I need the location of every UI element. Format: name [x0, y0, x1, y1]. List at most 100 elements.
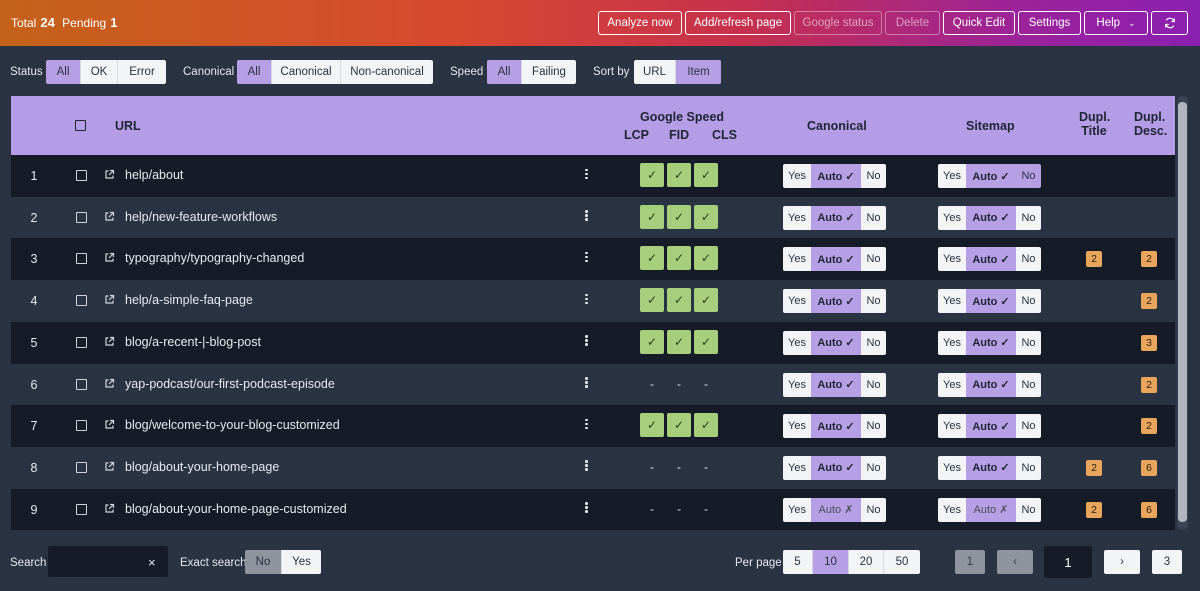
canonical-yes[interactable]: Yes	[783, 414, 811, 439]
dupl-title-badge[interactable]: 2	[1086, 459, 1102, 476]
row-menu-icon[interactable]	[585, 250, 589, 264]
external-link-icon[interactable]	[104, 211, 116, 223]
external-link-icon[interactable]	[104, 419, 116, 431]
per-page-10[interactable]: 10	[813, 550, 849, 574]
row-url[interactable]: blog/welcome-to-your-blog-customized	[125, 418, 340, 432]
row-menu-icon[interactable]	[585, 417, 589, 431]
sitemap-yes[interactable]: Yes	[938, 497, 966, 522]
dupl-desc-badge[interactable]: 2	[1141, 376, 1157, 393]
row-checkbox[interactable]	[76, 378, 87, 390]
canonical-no[interactable]: No	[861, 372, 886, 397]
sitemap-auto[interactable]: Auto ✓	[966, 164, 1016, 188]
sitemap-no[interactable]: No	[1016, 414, 1041, 439]
select-all-checkbox[interactable]	[75, 120, 86, 131]
scrollbar-thumb[interactable]	[1178, 102, 1187, 522]
table-row[interactable]: 9 blog/about-your-home-page-customized - - -…	[11, 488, 1175, 530]
canonical-yes[interactable]: Yes	[783, 330, 811, 355]
sitemap-no[interactable]: No	[1016, 205, 1041, 230]
sitemap-auto[interactable]: Auto ✓	[966, 247, 1016, 272]
canonical-no[interactable]: No	[861, 455, 886, 480]
dupl-desc-badge[interactable]: 2	[1141, 418, 1157, 435]
row-checkbox[interactable]	[76, 295, 87, 307]
clear-search-icon[interactable]: ×	[148, 555, 156, 570]
table-row[interactable]: 3 typography/typography-changed ✓ ✓ ✓ Yes Au…	[11, 238, 1175, 281]
row-checkbox[interactable]	[76, 461, 87, 473]
analyze-now-button[interactable]: Analyze now	[598, 11, 682, 35]
first-page-button[interactable]: 1	[955, 550, 985, 574]
canonical-no[interactable]: No	[861, 330, 886, 355]
dupl-title-badge[interactable]: 2	[1086, 501, 1102, 518]
sitemap-no[interactable]: No	[1016, 247, 1041, 272]
canonical-yes[interactable]: Yes	[783, 372, 811, 397]
canonical-auto[interactable]: Auto ✓	[811, 414, 861, 439]
row-checkbox[interactable]	[76, 336, 87, 348]
next-page-button[interactable]: ›	[1104, 550, 1140, 574]
sitemap-auto[interactable]: Auto ✓	[966, 455, 1016, 480]
row-url[interactable]: help/a-simple-faq-page	[125, 293, 253, 307]
canonical-canonical[interactable]: Canonical	[272, 60, 341, 84]
sitemap-no[interactable]: No	[1016, 497, 1041, 522]
canonical-auto[interactable]: Auto ✓	[811, 247, 861, 272]
sitemap-yes[interactable]: Yes	[938, 414, 966, 439]
canonical-no[interactable]: No	[861, 164, 886, 188]
table-row[interactable]: 1 help/about ✓ ✓ ✓ Yes Auto ✓ No Yes Auto ✓ …	[11, 155, 1175, 197]
speed-all[interactable]: All	[487, 60, 522, 84]
last-page-button[interactable]: 3	[1152, 550, 1182, 574]
row-menu-icon[interactable]	[585, 292, 589, 306]
canonical-auto[interactable]: Auto ✓	[811, 455, 861, 480]
table-row[interactable]: 8 blog/about-your-home-page - - - Yes Auto ✓…	[11, 446, 1175, 489]
row-checkbox[interactable]	[76, 253, 87, 265]
row-url[interactable]: blog/a-recent-|-blog-post	[125, 335, 261, 349]
sitemap-no[interactable]: No	[1016, 164, 1041, 188]
speed-failing[interactable]: Failing	[522, 60, 576, 84]
sitemap-yes[interactable]: Yes	[938, 455, 966, 480]
row-checkbox[interactable]	[76, 420, 87, 432]
row-url[interactable]: typography/typography-changed	[125, 251, 304, 265]
canonical-no[interactable]: No	[861, 205, 886, 230]
canonical-non-canonical[interactable]: Non-canonical	[341, 60, 433, 84]
sitemap-auto[interactable]: Auto ✓	[966, 414, 1016, 439]
row-menu-icon[interactable]	[585, 459, 589, 473]
external-link-icon[interactable]	[104, 169, 116, 181]
sitemap-no[interactable]: No	[1016, 372, 1041, 397]
canonical-all[interactable]: All	[237, 60, 272, 84]
canonical-auto[interactable]: Auto ✗	[811, 497, 861, 522]
external-link-icon[interactable]	[104, 378, 116, 390]
row-url[interactable]: blog/about-your-home-page	[125, 460, 279, 474]
row-url[interactable]: help/new-feature-workflows	[125, 210, 277, 224]
sitemap-yes[interactable]: Yes	[938, 372, 966, 397]
dupl-desc-badge[interactable]: 6	[1141, 501, 1157, 518]
canonical-auto[interactable]: Auto ✓	[811, 330, 861, 355]
row-checkbox[interactable]	[76, 211, 87, 223]
canonical-yes[interactable]: Yes	[783, 164, 811, 188]
url-header[interactable]: URL	[115, 119, 141, 133]
row-menu-icon[interactable]	[585, 376, 589, 390]
canonical-yes[interactable]: Yes	[783, 247, 811, 272]
canonical-yes[interactable]: Yes	[783, 497, 811, 522]
status-all[interactable]: All	[46, 60, 81, 84]
sitemap-no[interactable]: No	[1016, 455, 1041, 480]
sitemap-yes[interactable]: Yes	[938, 289, 966, 314]
sort-item[interactable]: Item	[676, 60, 721, 84]
canonical-no[interactable]: No	[861, 497, 886, 522]
table-row[interactable]: 6 yap-podcast/our-first-podcast-episode - -…	[11, 363, 1175, 406]
row-url[interactable]: help/about	[125, 168, 183, 182]
settings-button[interactable]: Settings	[1018, 11, 1081, 35]
row-url[interactable]: blog/about-your-home-page-customized	[125, 502, 347, 516]
table-row[interactable]: 7 blog/welcome-to-your-blog-customized ✓ ✓ ✓…	[11, 405, 1175, 448]
sitemap-auto[interactable]: Auto ✓	[966, 289, 1016, 314]
sitemap-auto[interactable]: Auto ✓	[966, 330, 1016, 355]
refresh-button[interactable]	[1151, 11, 1188, 35]
sitemap-yes[interactable]: Yes	[938, 247, 966, 272]
row-url[interactable]: yap-podcast/our-first-podcast-episode	[125, 377, 335, 391]
per-page-5[interactable]: 5	[783, 550, 813, 574]
external-link-icon[interactable]	[104, 336, 116, 348]
help-button[interactable]: Help ⌄	[1084, 11, 1148, 35]
sitemap-no[interactable]: No	[1016, 289, 1041, 314]
canonical-no[interactable]: No	[861, 414, 886, 439]
canonical-auto[interactable]: Auto ✓	[811, 289, 861, 314]
table-row[interactable]: 4 help/a-simple-faq-page ✓ ✓ ✓ Yes Auto ✓ No…	[11, 280, 1175, 323]
dupl-desc-badge[interactable]: 6	[1141, 459, 1157, 476]
row-checkbox[interactable]	[76, 170, 87, 181]
sitemap-yes[interactable]: Yes	[938, 205, 966, 230]
